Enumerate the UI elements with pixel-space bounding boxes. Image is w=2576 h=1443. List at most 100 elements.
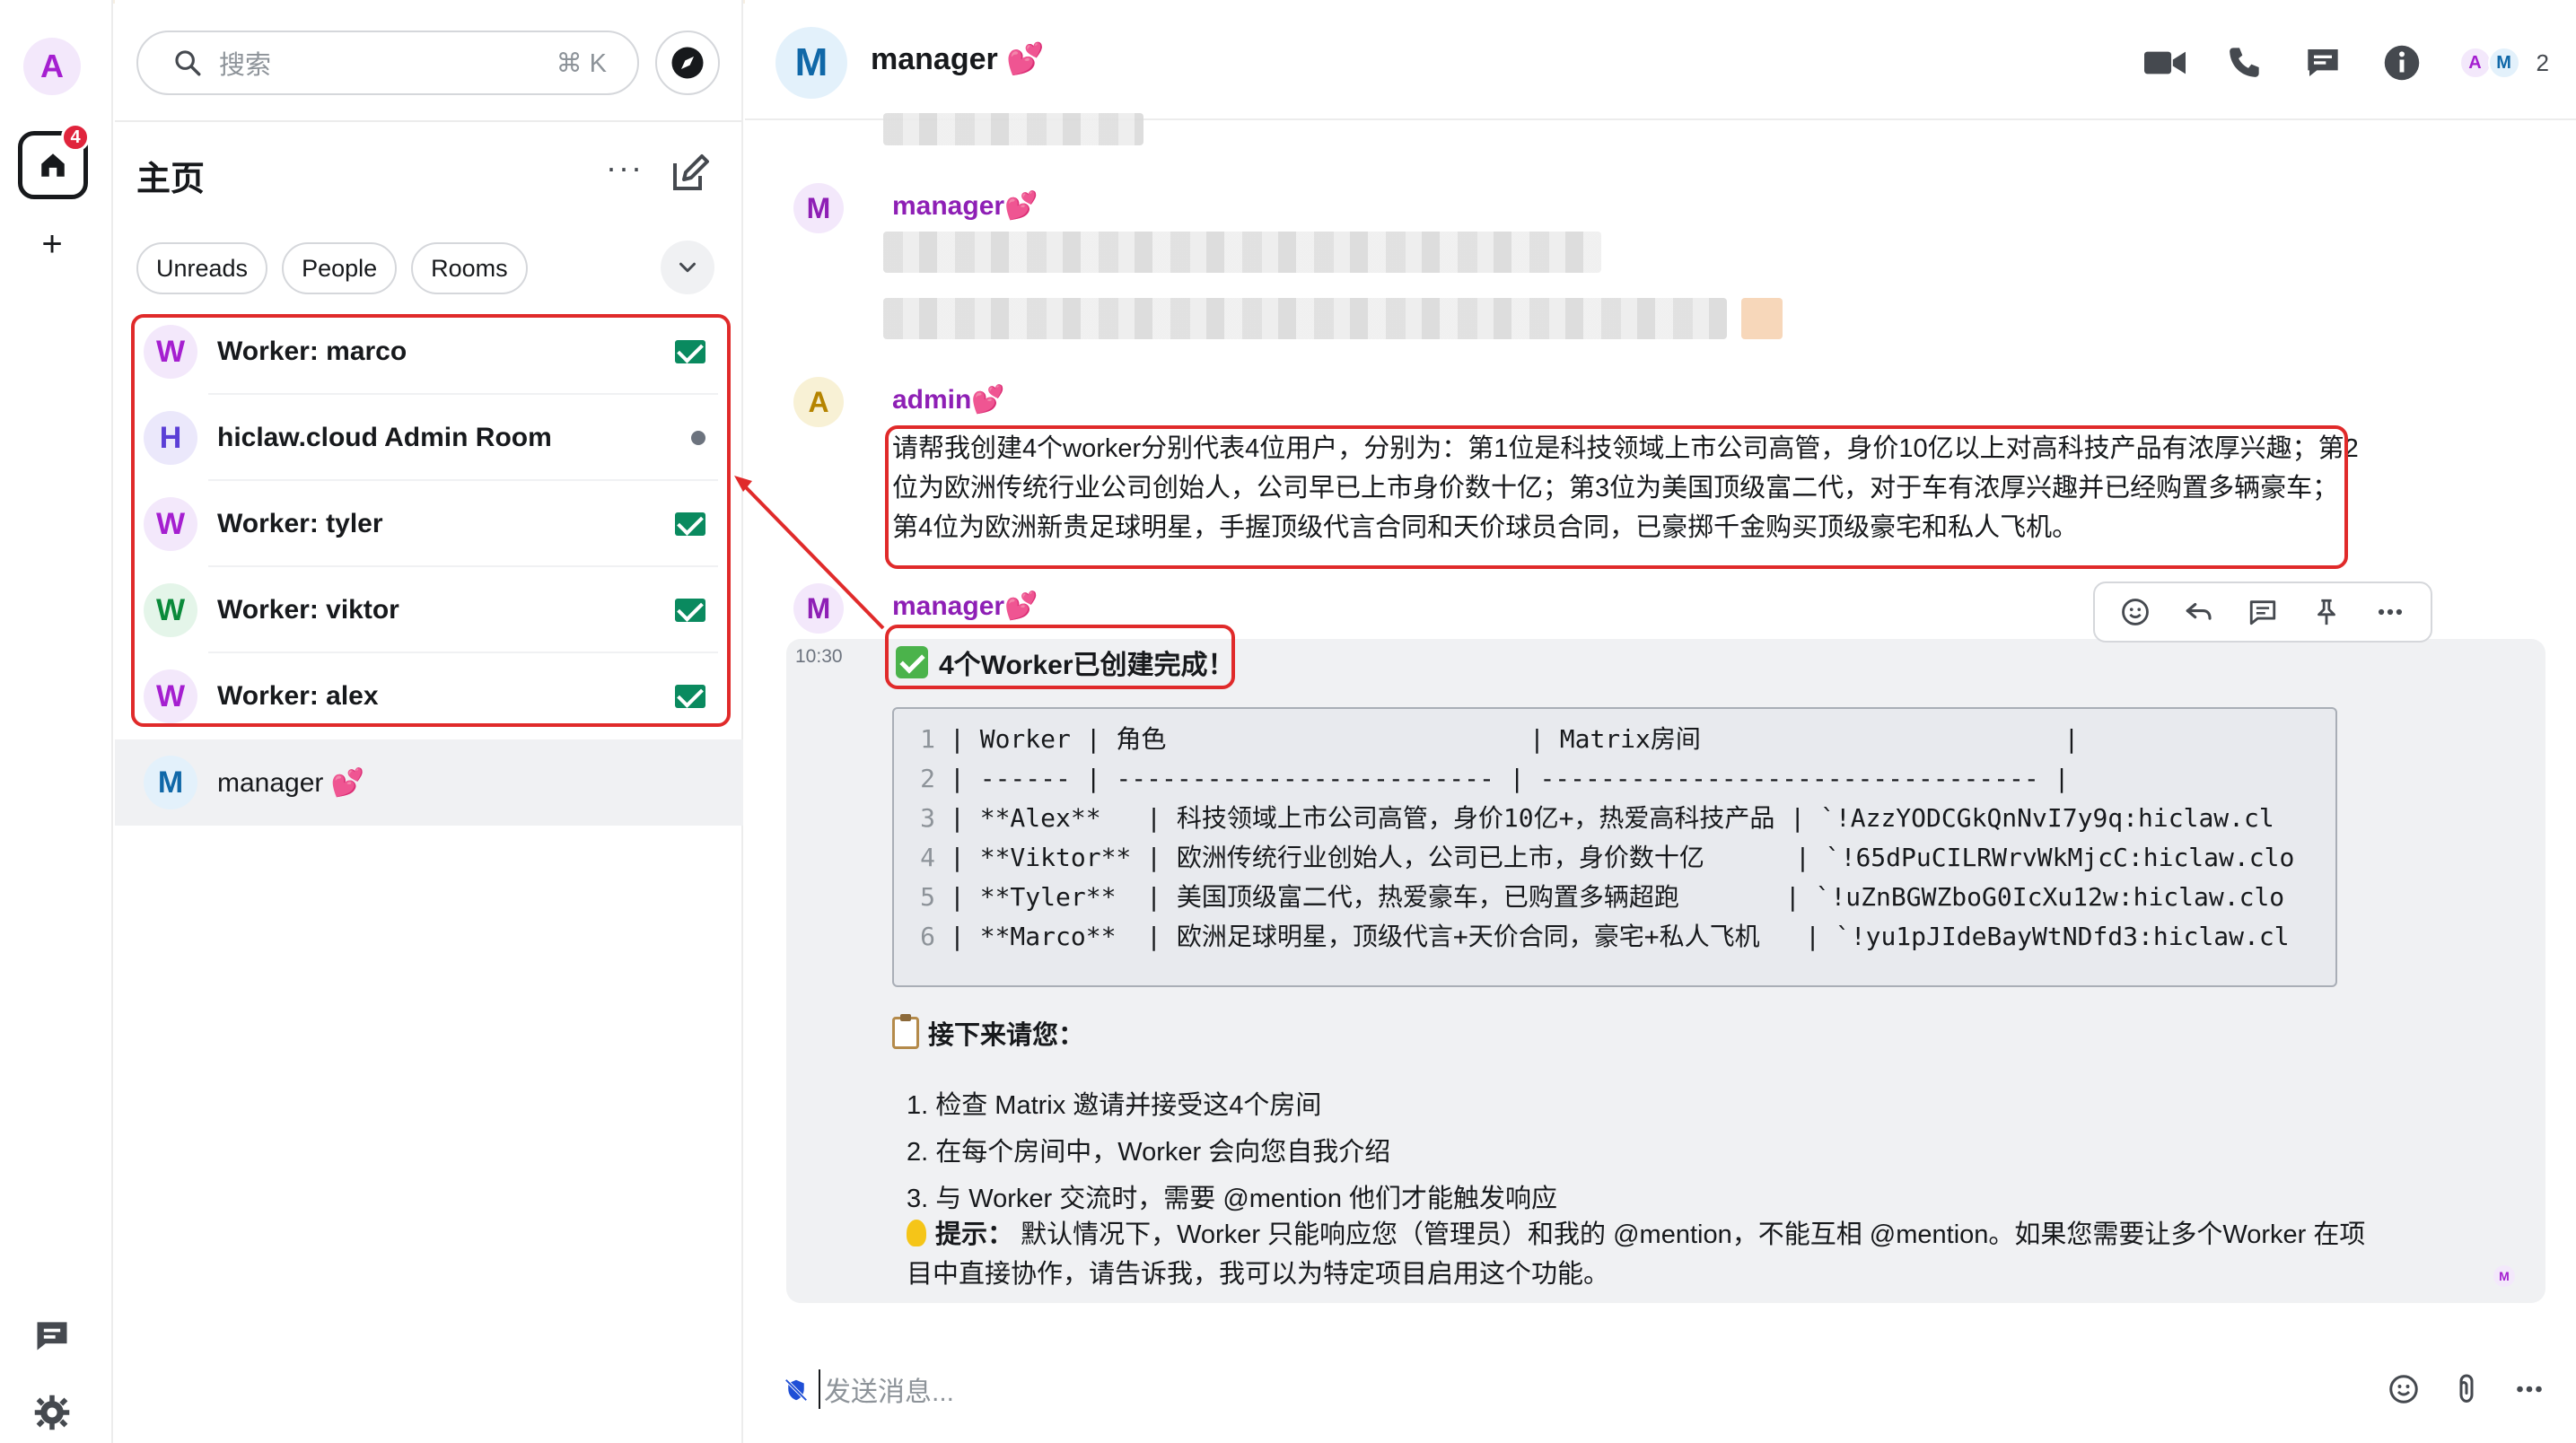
line-number: 2 <box>920 764 935 793</box>
sender-name[interactable]: manager💕 <box>892 590 1038 622</box>
react-button[interactable] <box>2116 592 2155 632</box>
line-number: 3 <box>920 803 935 833</box>
threads-icon <box>2307 49 2338 76</box>
search-placeholder: 搜索 <box>219 51 272 80</box>
message-input[interactable]: 发送消息... <box>819 1369 954 1409</box>
space-rail: A 4 + <box>0 0 113 1443</box>
emoji-button[interactable] <box>2384 1369 2423 1409</box>
pin-icon <box>2317 599 2335 625</box>
thread-icon <box>2249 600 2276 625</box>
create-space-button[interactable]: + <box>36 226 68 262</box>
member-count: 2 <box>2536 48 2549 76</box>
member-avatar: M <box>2487 47 2520 79</box>
emoji-icon <box>2389 1375 2418 1404</box>
sender-name-text: manager <box>892 591 1005 621</box>
sender-name[interactable]: admin💕 <box>892 384 1005 415</box>
message-options-button[interactable] <box>2370 592 2410 632</box>
next-steps-list: 1. 检查 Matrix 邀请并接受这4个房间 2. 在每个房间中，Worker… <box>907 1082 1557 1222</box>
annotation-box-rooms <box>131 314 731 727</box>
room-avatar: M <box>144 756 197 809</box>
list-item: 2. 在每个房间中，Worker 会向您自我介绍 <box>907 1138 1391 1167</box>
filter-expand-button[interactable] <box>661 240 714 294</box>
divider <box>115 120 743 122</box>
line-number: 4 <box>920 843 935 872</box>
phone-icon <box>2229 48 2259 77</box>
next-steps-text: 接下来请您： <box>928 1021 1085 1050</box>
annotation-box-admin <box>885 425 2348 569</box>
heart-emoji: 💕 <box>1006 42 1045 76</box>
more-icon <box>2517 1386 2542 1393</box>
voice-call-button[interactable] <box>2204 38 2283 88</box>
room-title-text: manager <box>871 42 998 76</box>
room-name-text: manager <box>217 767 324 798</box>
blurred-content <box>1741 298 1783 339</box>
tip-label: 提示： <box>935 1220 1014 1249</box>
attach-button[interactable] <box>2447 1369 2486 1409</box>
gear-icon <box>34 1395 70 1430</box>
light-bulb-icon <box>907 1220 926 1246</box>
composer-actions <box>2384 1369 2549 1409</box>
chevron-down-icon <box>679 262 696 273</box>
code-line: | **Marco** | 欧洲足球明星，顶级代言+天价合同，豪宅+私人飞机 |… <box>950 922 2290 951</box>
composer-options-button[interactable] <box>2510 1369 2549 1409</box>
room-list-options-button[interactable]: ··· <box>598 152 652 194</box>
heart-emoji: 💕 <box>1004 191 1038 221</box>
home-unread-badge: 4 <box>61 123 90 152</box>
code-block: 1 | Worker | 角色 | Matrix房间 | 2 | ------ … <box>892 707 2337 987</box>
sender-avatar[interactable]: M <box>793 583 844 634</box>
tip-text: 提示： 默认情况下，Worker 只能响应您（管理员）和我的 @mention，… <box>907 1215 2379 1294</box>
header-actions: A M 2 <box>2125 38 2549 88</box>
member-list-button[interactable]: A M 2 <box>2458 47 2549 79</box>
search-icon <box>175 50 201 76</box>
sender-name-text: admin <box>892 385 972 415</box>
pin-button[interactable] <box>2307 592 2346 632</box>
room-filters: Unreads People Rooms <box>136 242 528 294</box>
room-header: M manager 💕 A M 2 <box>745 0 2576 120</box>
line-number: 6 <box>920 922 935 951</box>
reply-icon <box>2186 602 2212 620</box>
sender-name[interactable]: manager💕 <box>892 190 1038 222</box>
room-title[interactable]: manager 💕 <box>871 41 1045 77</box>
compose-button[interactable] <box>668 153 711 196</box>
encryption-off-icon <box>784 1378 808 1402</box>
sender-avatar[interactable]: A <box>793 377 844 427</box>
threads-button[interactable] <box>32 1316 72 1355</box>
filter-rooms[interactable]: Rooms <box>411 242 528 294</box>
filter-unreads[interactable]: Unreads <box>136 242 268 294</box>
room-item-manager[interactable]: M manager 💕 <box>115 739 743 826</box>
info-icon <box>2384 45 2419 81</box>
message-timestamp: 10:30 <box>795 646 843 667</box>
room-view: M manager 💕 A M 2 M manager💕 A admin💕 请帮… <box>745 0 2576 1443</box>
member-avatar: A <box>2458 47 2492 79</box>
sender-avatar[interactable]: M <box>793 183 844 233</box>
read-receipt[interactable]: M <box>2493 1265 2515 1287</box>
tip-body: 默认情况下，Worker 只能响应您（管理员）和我的 @mention，不能互相… <box>907 1220 2366 1289</box>
code-line: | **Alex** | 科技领域上市公司高管，身价10亿+，热爱高科技产品 |… <box>950 803 2274 833</box>
blurred-content <box>883 113 1143 145</box>
search-field[interactable]: 搜索 ⌘ K <box>136 31 639 95</box>
blurred-content <box>883 232 1601 273</box>
code-line: | ------ | ------------------------- | -… <box>950 764 2070 793</box>
reply-button[interactable] <box>2179 592 2219 632</box>
annotation-box-done <box>885 625 1235 689</box>
room-name: manager 💕 <box>217 767 743 799</box>
explore-rooms-button[interactable] <box>655 31 720 95</box>
next-steps-heading: 接下来请您： <box>892 1014 1084 1052</box>
threads-button[interactable] <box>2283 38 2362 88</box>
room-avatar[interactable]: M <box>775 27 847 99</box>
user-avatar[interactable]: A <box>23 38 81 95</box>
room-info-button[interactable] <box>2362 38 2441 88</box>
line-number: 1 <box>920 724 935 754</box>
more-icon <box>2378 608 2402 616</box>
reply-in-thread-button[interactable] <box>2243 592 2282 632</box>
sender-name-text: manager <box>892 191 1005 221</box>
home-icon <box>41 153 65 177</box>
video-call-button[interactable] <box>2125 38 2204 88</box>
video-camera-icon <box>2143 51 2186 74</box>
threads-icon <box>37 1322 67 1351</box>
filter-people[interactable]: People <box>282 242 398 294</box>
emoji-icon <box>2122 599 2150 625</box>
settings-button[interactable] <box>32 1393 72 1432</box>
heart-emoji: 💕 <box>971 385 1005 415</box>
message-composer: 发送消息... <box>745 1342 2576 1443</box>
